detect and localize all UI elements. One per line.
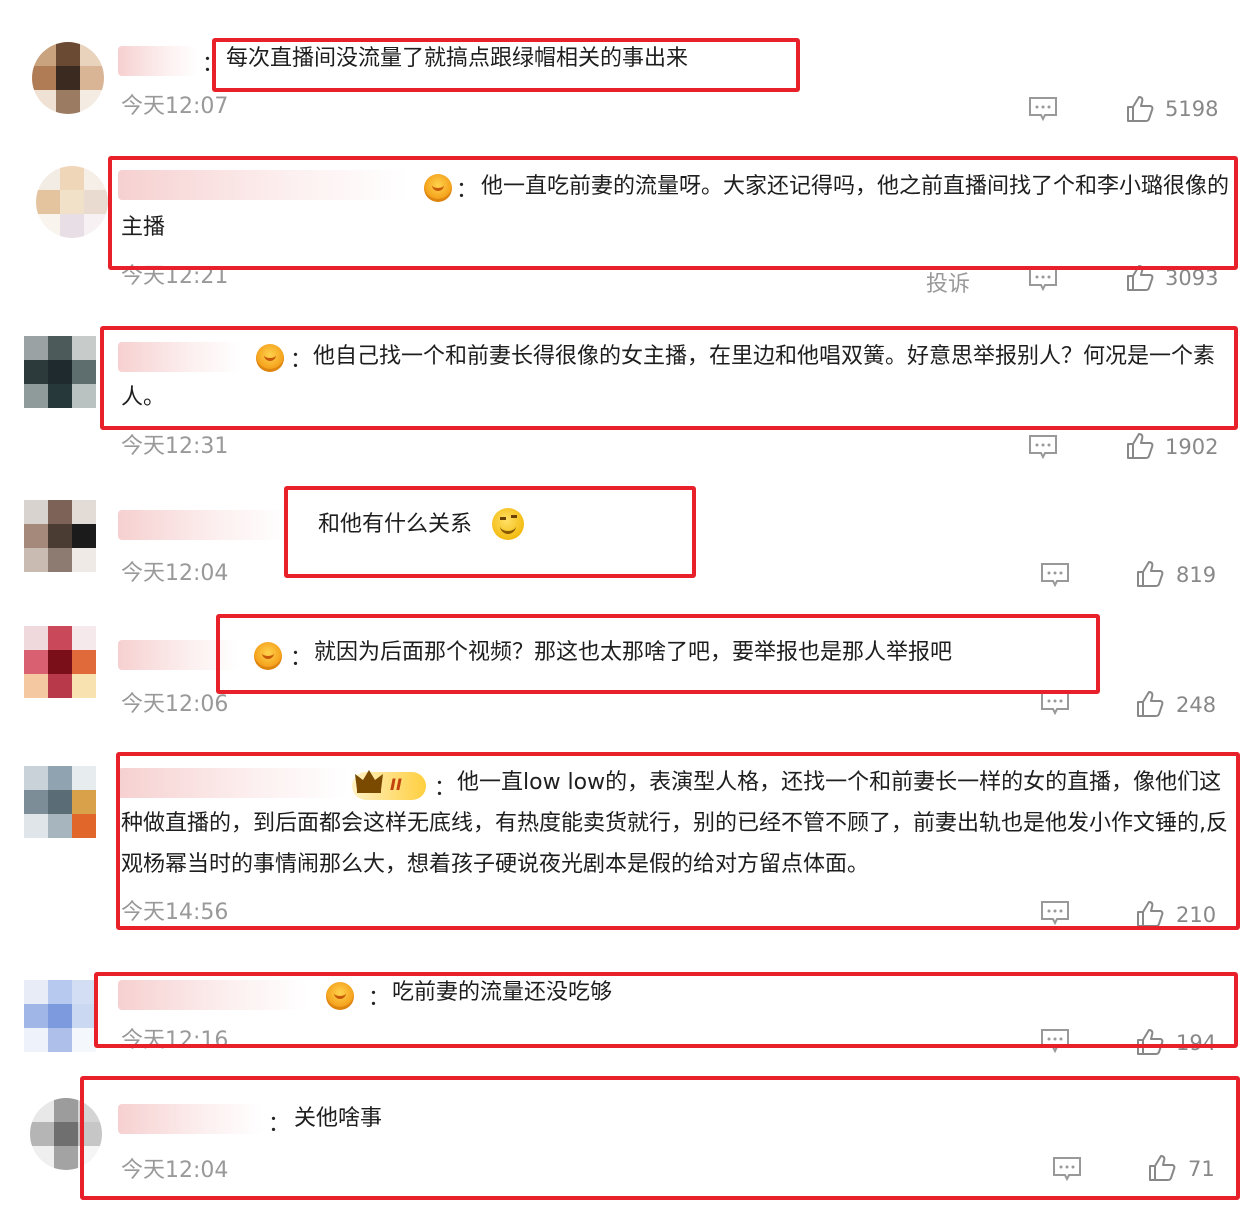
highlight-box <box>116 752 1240 930</box>
comment-time: 今天12:31 <box>121 434 229 459</box>
comment-time: 今天12:04 <box>121 561 229 586</box>
comment-time: 今天12:06 <box>121 692 229 717</box>
like-count: 5198 <box>1165 97 1219 121</box>
avatar[interactable] <box>24 336 96 408</box>
reply-icon[interactable] <box>1028 434 1058 460</box>
thumbs-up-icon[interactable] <box>1136 560 1164 588</box>
avatar[interactable] <box>32 42 104 114</box>
avatar[interactable] <box>36 166 108 238</box>
highlight-box <box>216 614 1100 694</box>
highlight-box <box>284 486 696 578</box>
comment-time: 今天12:07 <box>121 94 229 119</box>
highlight-box <box>94 972 1238 1048</box>
avatar[interactable] <box>24 980 96 1052</box>
highlight-box <box>108 156 1238 270</box>
thumbs-up-icon[interactable] <box>1136 690 1164 718</box>
avatar[interactable] <box>24 626 96 698</box>
thumbs-up-icon[interactable] <box>1126 432 1154 460</box>
like-count: 819 <box>1176 563 1217 587</box>
highlight-box <box>212 38 800 92</box>
like-count: 248 <box>1176 693 1217 717</box>
thumbs-up-icon[interactable] <box>1126 95 1154 123</box>
reply-icon[interactable] <box>1028 96 1058 122</box>
highlight-box <box>100 326 1238 430</box>
username-blurred[interactable] <box>118 510 288 540</box>
avatar[interactable] <box>24 500 96 572</box>
like-count: 1902 <box>1165 435 1219 459</box>
avatar[interactable] <box>24 766 96 838</box>
username-blurred[interactable] <box>118 46 198 76</box>
reply-icon[interactable] <box>1040 562 1070 588</box>
report-link[interactable]: 投诉 <box>926 266 970 298</box>
highlight-box <box>80 1076 1240 1200</box>
